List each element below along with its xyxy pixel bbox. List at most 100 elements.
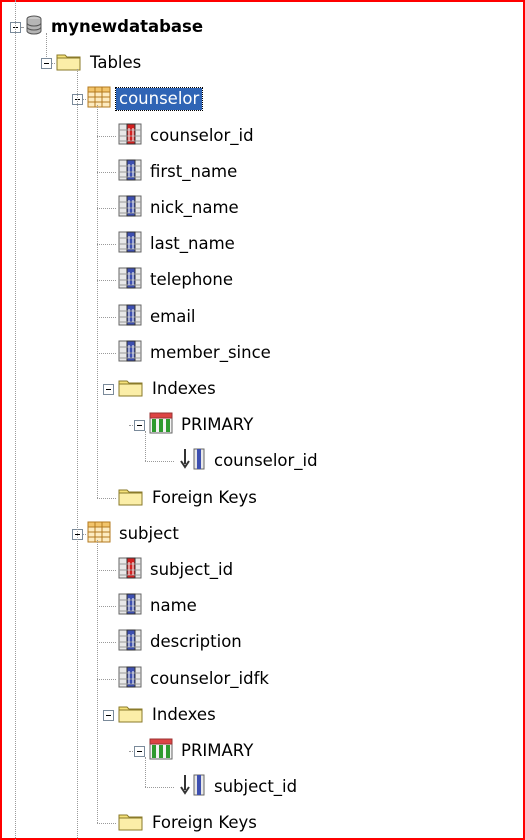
tree-connector-line: [145, 787, 174, 789]
tree-node-table-subject[interactable]: subject: [87, 519, 179, 549]
tree-node-column-counselor_id[interactable]: counselor_id: [118, 121, 254, 151]
node-label: Indexes: [152, 379, 216, 398]
collapse-toggle-icon[interactable]: [103, 709, 114, 721]
tree-connector-line: [46, 33, 47, 58]
node-label: PRIMARY: [181, 415, 254, 435]
tree-connector-line: [83, 533, 86, 535]
tree-node-index-primary[interactable]: PRIMARY: [149, 736, 253, 766]
tree-connector-line: [83, 99, 86, 101]
column-icon: [118, 231, 142, 257]
tree-connector-line: [97, 497, 116, 499]
folder-icon: [118, 703, 144, 727]
column-icon: [118, 340, 142, 366]
tree-connector-line: [97, 208, 116, 209]
tree-connector-line: [145, 757, 146, 788]
tree-connector-line: [15, 0, 16, 840]
node-label: Tables: [90, 53, 142, 73]
folder-icon: [118, 377, 144, 401]
tree-connector-line: [97, 678, 116, 680]
tree-connector-line: [97, 280, 116, 282]
column-icon: [118, 629, 142, 655]
primary-key-column-icon: [118, 123, 142, 149]
collapse-toggle-icon[interactable]: [134, 420, 145, 432]
node-label: counselor: [114, 87, 204, 112]
tree-connector-line: [145, 431, 146, 462]
column-icon: [118, 159, 142, 185]
folder-icon: [118, 486, 144, 510]
tree-node-column-last_name[interactable]: last_name: [118, 229, 235, 259]
tree-node-column-subject_id[interactable]: subject_id: [118, 555, 233, 585]
tree-node-indexes-folder[interactable]: Indexes: [118, 374, 216, 404]
index-icon: [149, 412, 173, 438]
node-label: mynewdatabase: [51, 17, 204, 36]
tree-connector-line: [97, 105, 98, 498]
tree-connector-line: [97, 823, 116, 825]
node-label: Foreign Keys: [152, 813, 257, 833]
tree-node-column-telephone[interactable]: telephone: [118, 265, 233, 295]
column-icon: [118, 267, 142, 293]
table-icon: [87, 86, 111, 112]
tree-connector-line: [97, 135, 116, 137]
node-label: subject_id: [150, 560, 234, 579]
column-icon: [118, 304, 142, 330]
folder-icon: [56, 51, 82, 75]
folder-icon: [118, 811, 144, 835]
tree-connector-line: [97, 606, 116, 608]
tree-node-database[interactable]: mynewdatabase: [25, 12, 203, 42]
index-column-icon: [180, 774, 206, 800]
tree-connector-line: [97, 316, 116, 318]
node-label: Indexes: [152, 704, 216, 724]
tree-node-column-member_since[interactable]: member_since: [118, 338, 271, 368]
collapse-toggle-icon[interactable]: [41, 58, 52, 70]
tree-node-column-first_name[interactable]: first_name: [118, 157, 237, 187]
table-icon: [87, 521, 111, 547]
index-icon: [149, 738, 173, 764]
tree-node-column-name[interactable]: name: [118, 591, 197, 621]
tree-connector-line: [97, 570, 116, 571]
tree-node-table-counselor[interactable]: counselor: [87, 84, 204, 114]
collapse-toggle-icon[interactable]: [103, 384, 114, 395]
node-label: last_name: [150, 234, 235, 254]
node-label: nick_name: [150, 198, 239, 217]
tree-connector-line: [145, 461, 174, 463]
tree-node-column-counselor_idfk[interactable]: counselor_idfk: [118, 664, 269, 694]
tree-node-tables-folder[interactable]: Tables: [56, 48, 141, 78]
tree-connector-line: [97, 171, 116, 173]
node-label: subject_id: [214, 777, 298, 797]
tree-connector-line: [21, 27, 23, 28]
tree-node-foreign-keys-folder[interactable]: Foreign Keys: [118, 483, 257, 513]
node-label: name: [150, 596, 197, 616]
database-icon: [25, 15, 43, 39]
node-label: email: [150, 306, 196, 326]
node-label: counselor_idfk: [150, 668, 269, 688]
tree-connector-line: [52, 63, 55, 65]
tree-node-index-primary[interactable]: PRIMARY: [149, 410, 253, 440]
node-label: PRIMARY: [181, 741, 254, 760]
collapse-toggle-icon[interactable]: [134, 746, 145, 757]
node-label: Foreign Keys: [152, 487, 257, 507]
node-label: telephone: [150, 270, 233, 290]
column-icon: [118, 593, 142, 619]
node-label: description: [150, 632, 242, 652]
tree-connector-line: [77, 69, 78, 840]
tree-connector-line: [97, 244, 116, 246]
column-icon: [118, 195, 142, 221]
column-icon: [118, 666, 142, 692]
tree-node-index-column[interactable]: subject_id: [180, 772, 297, 802]
node-label: counselor_id: [150, 125, 254, 145]
tree-node-column-description[interactable]: description: [118, 627, 242, 657]
tree-connector-line: [97, 642, 116, 644]
tree-node-column-nick_name[interactable]: nick_name: [118, 193, 239, 223]
tree-node-foreign-keys-folder[interactable]: Foreign Keys: [118, 808, 257, 838]
primary-key-column-icon: [118, 557, 142, 583]
tree-connector-line: [97, 539, 98, 824]
node-label: member_since: [150, 342, 271, 362]
node-label: subject: [119, 523, 179, 543]
tree-node-column-email[interactable]: email: [118, 302, 196, 332]
index-column-icon: [180, 448, 206, 474]
tree-connector-line: [129, 751, 133, 752]
tree-node-indexes-folder[interactable]: Indexes: [118, 700, 216, 730]
tree-connector-line: [97, 352, 116, 354]
tree-node-index-column[interactable]: counselor_id: [180, 446, 318, 476]
node-label: first_name: [150, 161, 238, 181]
